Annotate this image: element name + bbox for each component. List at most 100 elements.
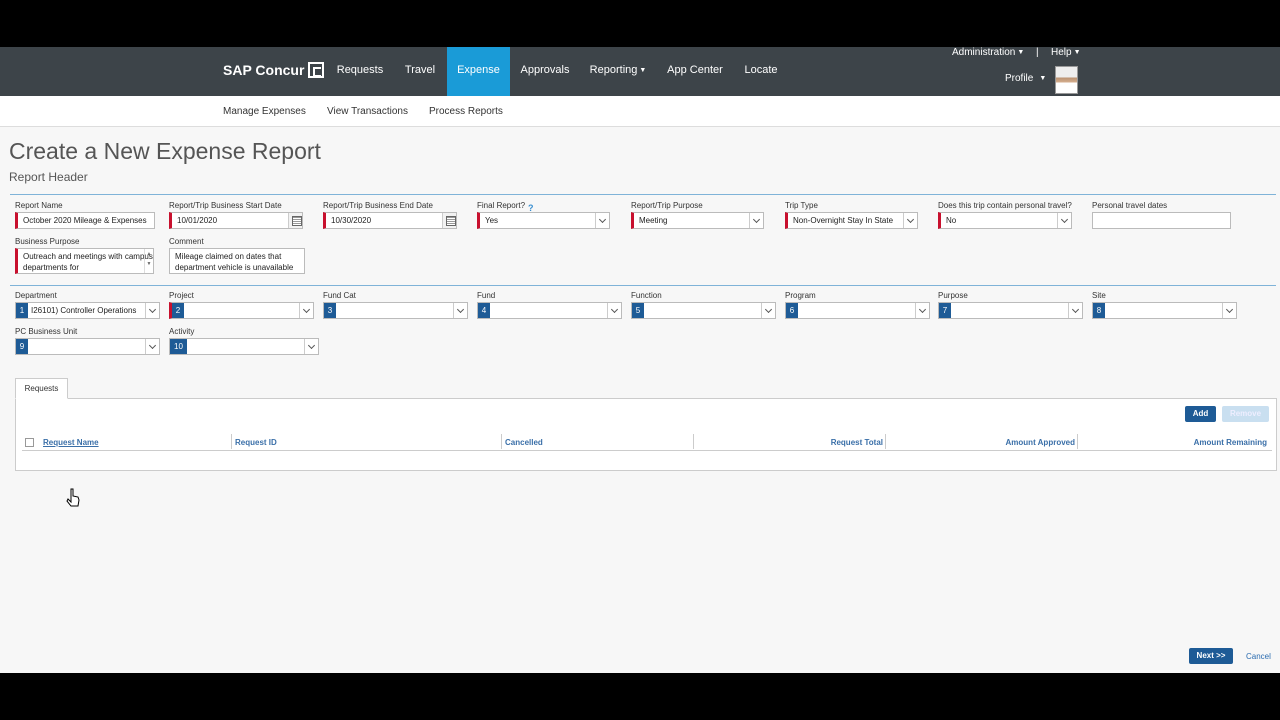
end-date-input[interactable]: 10/30/2020: [323, 212, 457, 229]
chevron-down-icon[interactable]: [607, 303, 621, 318]
calendar-icon[interactable]: [288, 213, 302, 228]
select-all-checkbox[interactable]: [25, 438, 34, 447]
requests-panel: Add Remove Request Name Request ID Cance…: [15, 398, 1277, 471]
trip-purpose-label: Report/Trip Purpose: [631, 201, 703, 210]
site-select[interactable]: 8: [1092, 302, 1237, 319]
administration-menu[interactable]: Administration ▼: [952, 47, 1024, 58]
personal-travel-label: Does this trip contain personal travel?: [938, 201, 1072, 210]
personal-dates-input[interactable]: [1092, 212, 1231, 229]
purpose-select[interactable]: 7: [938, 302, 1083, 319]
nav-tab-locate[interactable]: Locate: [736, 47, 786, 96]
final-report-select[interactable]: Yes: [477, 212, 610, 229]
chevron-down-icon[interactable]: [304, 339, 318, 354]
cancel-link[interactable]: Cancel: [1246, 652, 1271, 661]
brand-name: SAP Concur: [223, 62, 305, 78]
report-name-input[interactable]: October 2020 Mileage & Expenses: [15, 212, 155, 229]
field-number-badge: 4: [478, 303, 490, 318]
final-report-value: Yes: [485, 216, 499, 225]
add-button[interactable]: Add: [1185, 406, 1216, 422]
personal-travel-select[interactable]: No: [938, 212, 1072, 229]
department-select[interactable]: 1 I26101) Controller Operations: [15, 302, 160, 319]
page-title: Create a New Expense Report: [9, 138, 321, 164]
mouse-cursor-icon: [66, 488, 80, 507]
fund-cat-select[interactable]: 3: [323, 302, 468, 319]
sub-navigation: Manage Expenses View Transactions Proces…: [0, 96, 1280, 127]
nav-tab-expense[interactable]: Expense: [447, 47, 510, 96]
site-label: Site: [1092, 291, 1106, 300]
function-select[interactable]: 5: [631, 302, 776, 319]
nav-tab-travel[interactable]: Travel: [397, 47, 443, 96]
column-request-name[interactable]: Request Name: [43, 436, 99, 451]
column-request-id[interactable]: Request ID: [235, 436, 277, 451]
tab-requests[interactable]: Requests: [15, 378, 68, 399]
concur-logo-icon: [308, 62, 325, 78]
help-menu[interactable]: Help ▼: [1051, 47, 1081, 58]
calendar-icon[interactable]: [442, 213, 456, 228]
caret-down-icon: ▼: [1073, 49, 1081, 56]
section-divider: [10, 285, 1276, 286]
nav-tab-approvals[interactable]: Approvals: [515, 47, 575, 96]
pc-business-unit-select[interactable]: 9: [15, 338, 160, 355]
project-select[interactable]: 2: [169, 302, 314, 319]
purpose-label: Purpose: [938, 291, 968, 300]
field-number-badge: 7: [939, 303, 951, 318]
start-date-input[interactable]: 10/01/2020: [169, 212, 303, 229]
remove-button[interactable]: Remove: [1222, 406, 1269, 422]
chevron-down-icon[interactable]: [145, 303, 159, 318]
chevron-down-icon[interactable]: [1068, 303, 1082, 318]
column-cancelled[interactable]: Cancelled: [505, 436, 543, 451]
chevron-down-icon[interactable]: [1222, 303, 1236, 318]
business-purpose-textarea[interactable]: Outreach and meetings with campus depart…: [15, 248, 154, 274]
column-divider: [693, 434, 694, 449]
fund-cat-label: Fund Cat: [323, 291, 356, 300]
chevron-down-icon[interactable]: [761, 303, 775, 318]
field-number-badge: 6: [786, 303, 798, 318]
pc-business-unit-label: PC Business Unit: [15, 327, 78, 336]
section-subtitle: Report Header: [9, 170, 88, 184]
sap-concur-logo[interactable]: SAP Concur: [223, 62, 325, 78]
subnav-manage-expenses[interactable]: Manage Expenses: [223, 106, 306, 117]
avatar[interactable]: [1055, 66, 1078, 94]
nav-tab-app-center[interactable]: App Center: [662, 47, 728, 96]
nav-tab-requests[interactable]: Requests: [330, 47, 390, 96]
column-request-total[interactable]: Request Total: [696, 436, 883, 451]
subnav-view-transactions[interactable]: View Transactions: [327, 106, 408, 117]
field-number-badge: 10: [170, 339, 187, 354]
report-name-label: Report Name: [15, 201, 63, 210]
column-amount-approved[interactable]: Amount Approved: [888, 436, 1075, 451]
fund-label: Fund: [477, 291, 496, 300]
trip-type-select[interactable]: Non-Overnight Stay In State: [785, 212, 918, 229]
start-date-label: Report/Trip Business Start Date: [169, 201, 282, 210]
trip-purpose-select[interactable]: Meeting: [631, 212, 764, 229]
scrollbar[interactable]: ▲ ▼: [144, 249, 153, 273]
caret-down-icon: ▼: [1017, 49, 1025, 56]
program-select[interactable]: 6: [785, 302, 930, 319]
activity-select[interactable]: 10: [169, 338, 319, 355]
chevron-down-icon[interactable]: [903, 213, 917, 228]
subnav-process-reports[interactable]: Process Reports: [429, 106, 503, 117]
final-report-label: Final Report?: [477, 201, 526, 210]
nav-tab-reporting[interactable]: Reporting ▼: [585, 47, 651, 96]
chevron-down-icon[interactable]: [749, 213, 763, 228]
comment-textarea[interactable]: Mileage claimed on dates that department…: [169, 248, 305, 274]
column-amount-remaining[interactable]: Amount Remaining: [1080, 436, 1267, 451]
chevron-down-icon[interactable]: [1057, 213, 1071, 228]
end-date-value: 10/30/2020: [331, 216, 372, 225]
next-button[interactable]: Next >>: [1189, 648, 1233, 664]
field-number-badge: 5: [632, 303, 644, 318]
column-divider: [231, 434, 232, 449]
chevron-down-icon[interactable]: [145, 339, 159, 354]
business-purpose-label: Business Purpose: [15, 237, 80, 246]
department-value: I26101) Controller Operations: [31, 306, 137, 315]
nav-tab-reporting-label: Reporting: [589, 64, 638, 76]
fund-select[interactable]: 4: [477, 302, 622, 319]
chevron-down-icon[interactable]: [595, 213, 609, 228]
personal-travel-value: No: [946, 216, 957, 225]
profile-menu[interactable]: Profile ▼: [1005, 73, 1046, 84]
department-label: Department: [15, 291, 57, 300]
profile-label: Profile: [1005, 73, 1034, 84]
chevron-down-icon[interactable]: [299, 303, 313, 318]
chevron-down-icon[interactable]: [453, 303, 467, 318]
chevron-down-icon[interactable]: [915, 303, 929, 318]
menu-separator: |: [1036, 47, 1039, 58]
